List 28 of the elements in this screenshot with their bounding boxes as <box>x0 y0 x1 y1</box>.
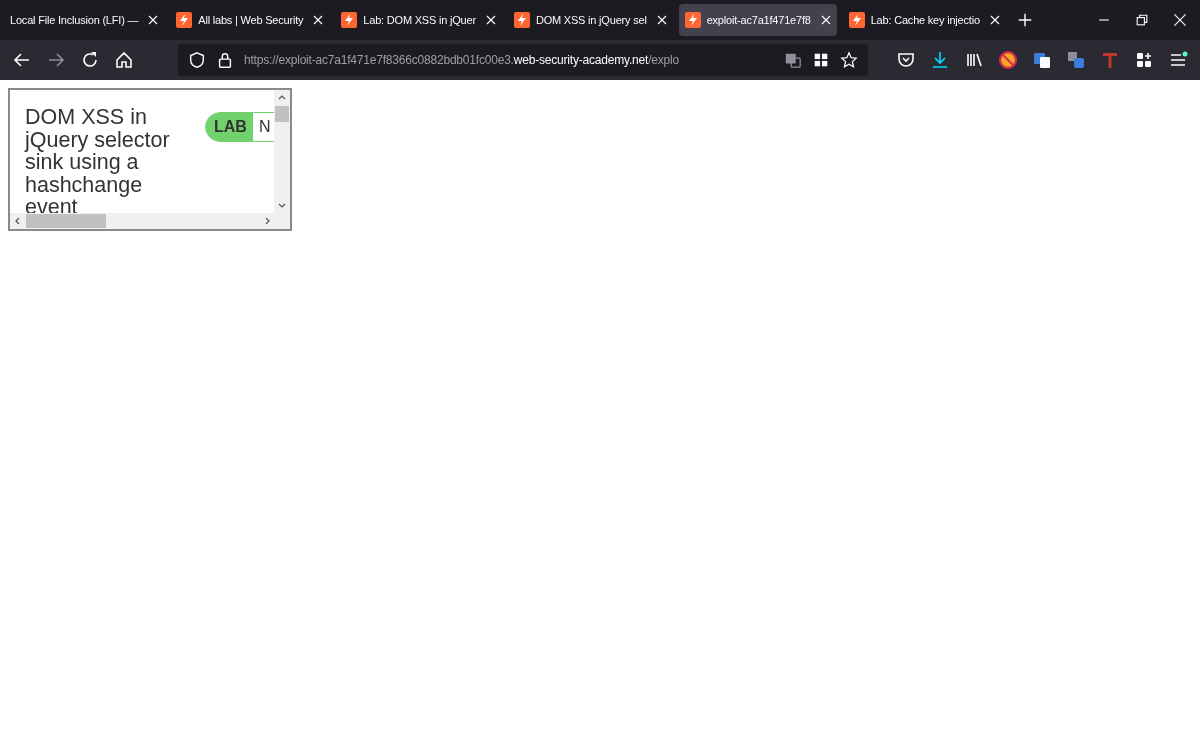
restore-icon[interactable] <box>1134 12 1150 28</box>
close-icon[interactable] <box>148 15 159 25</box>
lock-icon[interactable] <box>216 51 234 69</box>
blocked-extension-icon[interactable] <box>998 50 1018 70</box>
browser-tab[interactable]: Lab: Cache key injectio <box>842 4 1006 36</box>
browser-tab[interactable]: DOM XSS in jQuery sel <box>507 4 673 36</box>
shield-icon[interactable] <box>188 51 206 69</box>
close-icon[interactable] <box>820 15 831 25</box>
download-icon[interactable] <box>930 50 950 70</box>
grid-icon[interactable] <box>812 51 830 69</box>
star-icon[interactable] <box>840 51 858 69</box>
reload-icon[interactable] <box>80 50 100 70</box>
lab-label: LAB <box>206 113 253 141</box>
translate-icon[interactable] <box>1032 50 1052 70</box>
close-icon[interactable] <box>485 15 496 25</box>
browser-tab[interactable]: Lab: DOM XSS in jQuer <box>335 4 502 36</box>
browser-tab[interactable]: exploit-ac7a1f471e7f8 <box>678 4 837 36</box>
extension-icon[interactable] <box>1100 50 1120 70</box>
extensions-icon[interactable] <box>1134 50 1154 70</box>
close-icon[interactable] <box>989 15 1000 25</box>
close-icon[interactable] <box>656 15 667 25</box>
close-icon[interactable] <box>1172 12 1188 28</box>
browser-tab[interactable]: Local File Inclusion (LFI) — <box>4 4 165 36</box>
home-icon[interactable] <box>114 50 134 70</box>
address-bar[interactable]: https://exploit-ac7a1f471e7f8366c0882bdb01fc00e3.web-security-academy.net/explo <box>178 44 868 76</box>
browser-tab[interactable]: All labs | Web Security <box>170 4 330 36</box>
pocket-icon[interactable] <box>896 50 916 70</box>
close-icon[interactable] <box>313 15 324 25</box>
